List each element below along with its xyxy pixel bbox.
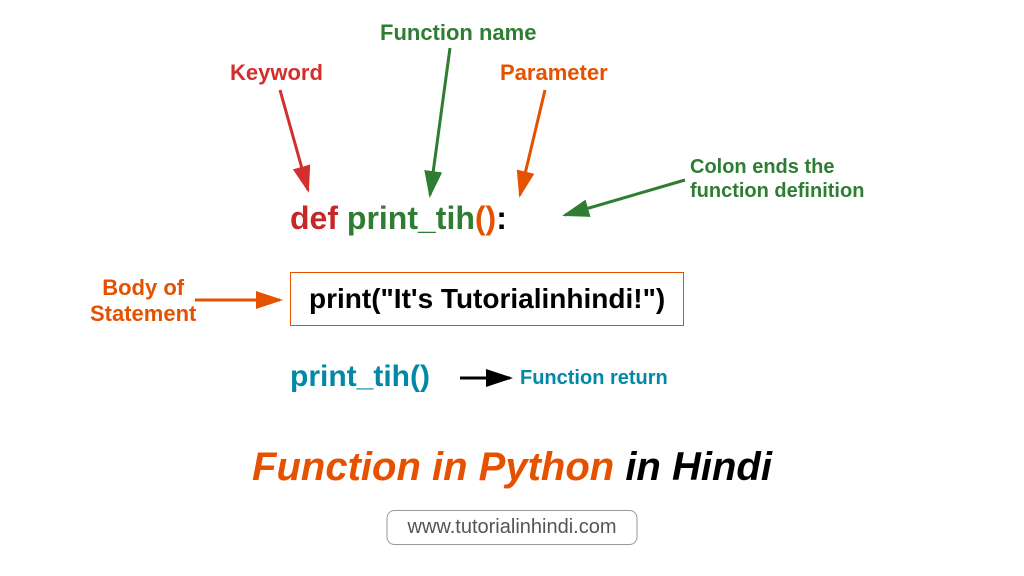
keyword-label: Keyword	[230, 60, 323, 86]
page-title: Function in Python in Hindi	[0, 445, 1024, 490]
call-line: print_tih()	[290, 360, 430, 394]
function-name-label: Function name	[380, 20, 536, 46]
parameter-label: Parameter	[500, 60, 608, 86]
colon-text: :	[496, 200, 507, 236]
def-keyword: def	[290, 200, 338, 236]
colon-note-label: Colon ends the function definition	[690, 155, 864, 203]
code-def-line: def print_tih():	[290, 200, 507, 237]
parens-text: ()	[475, 200, 496, 236]
title-part2: in Hindi	[614, 445, 772, 489]
body-box: print("It's Tutorialinhindi!")	[290, 272, 684, 326]
title-part1: Function in Python	[252, 445, 614, 489]
body-label: Body of Statement	[90, 275, 196, 328]
return-label: Function return	[520, 367, 668, 390]
function-name-text: print_tih	[347, 200, 475, 236]
url-box: www.tutorialinhindi.com	[387, 510, 638, 545]
